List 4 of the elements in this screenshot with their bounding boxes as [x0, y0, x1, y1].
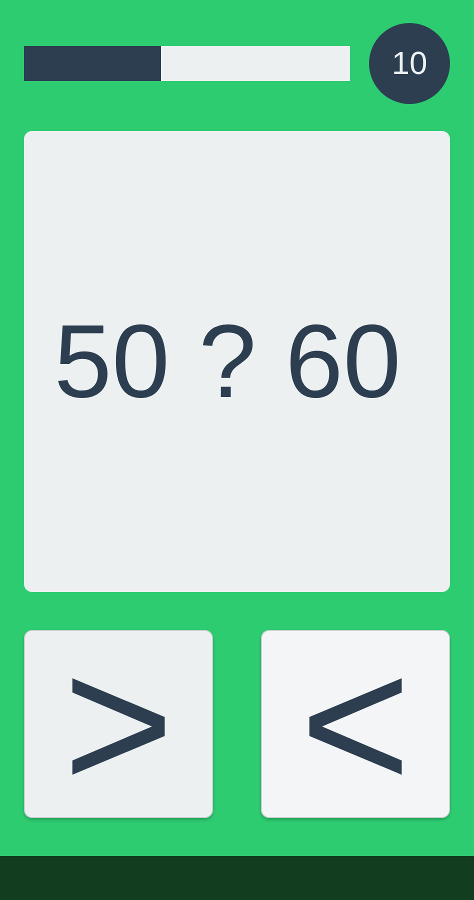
score-badge: 10 — [369, 22, 450, 104]
answer-button[interactable]: < — [261, 630, 450, 818]
question-text: 50 ? 60 — [54, 310, 401, 414]
answer-button[interactable]: > — [24, 630, 213, 818]
